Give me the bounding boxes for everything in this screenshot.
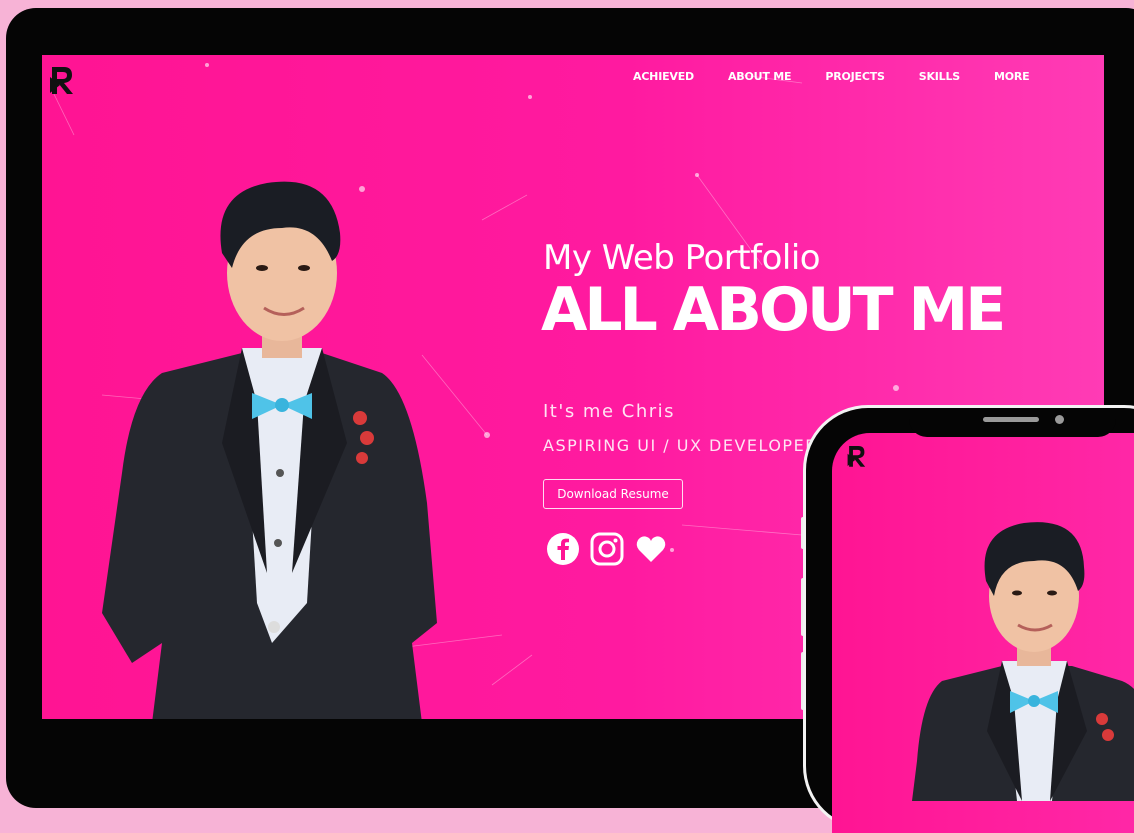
hero-section: My Web Portfolio ALL ABOUT ME	[541, 238, 1006, 345]
phone-screen	[832, 433, 1134, 833]
hero-intro: It's me Chris	[543, 401, 675, 422]
heart-icon[interactable]	[634, 532, 668, 566]
download-resume-button[interactable]: Download Resume	[543, 479, 683, 509]
nav-item-about-me[interactable]: ABOUT ME	[728, 70, 792, 83]
nav-item-skills[interactable]: SKILLS	[919, 70, 960, 83]
hero-role: ASPIRING UI / UX DEVELOPER	[543, 436, 818, 455]
brand-logo-icon[interactable]	[46, 63, 76, 97]
social-links	[546, 532, 668, 566]
hero-subtitle: My Web Portfolio	[543, 238, 821, 278]
instagram-icon[interactable]	[590, 532, 624, 566]
top-navigation: ACHIEVED ABOUT ME PROJECTS SKILLS MORE	[633, 70, 1064, 83]
hero-title: ALL ABOUT ME	[541, 275, 1006, 345]
facebook-icon[interactable]	[546, 532, 580, 566]
nav-item-achieved[interactable]: ACHIEVED	[633, 70, 694, 83]
phone-brand-logo-icon[interactable]	[844, 443, 868, 469]
phone-profile-photo	[912, 522, 1134, 801]
phone-camera	[1055, 415, 1064, 424]
phone-frame	[806, 408, 1134, 833]
phone-notch	[909, 408, 1116, 437]
nav-item-more[interactable]: MORE	[994, 70, 1030, 83]
nav-item-projects[interactable]: PROJECTS	[825, 70, 885, 83]
profile-photo	[102, 181, 437, 719]
phone-speaker	[983, 417, 1039, 422]
